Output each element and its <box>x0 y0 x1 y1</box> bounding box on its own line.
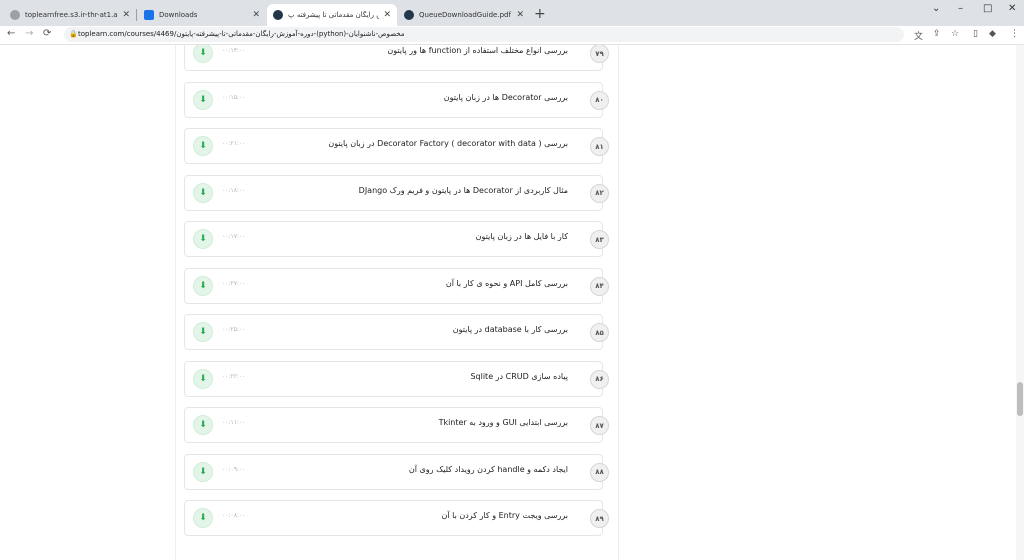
forward-button[interactable]: → <box>25 28 33 39</box>
download-icon[interactable]: ⬇ <box>193 322 213 342</box>
download-icon[interactable]: ⬇ <box>193 182 213 203</box>
profile-avatar-icon[interactable]: ◆ <box>989 29 996 39</box>
download-icon[interactable]: ⬇ <box>193 89 213 110</box>
tab-title: Downloads <box>159 11 198 19</box>
download-icon <box>144 10 154 20</box>
globe-icon <box>10 10 20 20</box>
lesson-row[interactable]: ⬇ ۰۰:۲۱:۰۰ بررسی ( Decorator Factory ( dec… <box>184 128 609 164</box>
maximize-button[interactable]: □ <box>983 3 992 14</box>
lesson-row[interactable]: ⬇ ۰۰:۰۹:۰۰ ایجاد دکمه و handle کردن رویداد… <box>184 453 609 490</box>
lesson-duration: ۰۰:۱۷:۰۰ <box>222 233 246 240</box>
lesson-duration: ۰۰:۲۲:۰۰ <box>222 372 246 380</box>
bookmark-star-icon[interactable]: ☆ <box>951 29 959 39</box>
lesson-duration: ۰۰:۰۸:۰۰ <box>222 512 246 519</box>
lesson-number-badge: ۸۸ <box>590 462 609 482</box>
lesson-number-badge: ۸۲ <box>590 183 609 203</box>
download-icon[interactable]: ⬇ <box>193 229 213 249</box>
lesson-duration: ۰۰:۱۸:۰۰ <box>222 186 246 194</box>
reload-button[interactable]: ⟳ <box>43 28 51 39</box>
lesson-row[interactable]: ⬇ ۰۰:۱۱:۰۰ بررسی ابتدایی GUI و ورود به Tki… <box>184 407 609 443</box>
share-icon[interactable]: ⇪ <box>933 29 941 39</box>
lesson-row[interactable]: ⬇ ۰۰:۲۵:۰۰ بررسی کار با database در پایتون… <box>184 314 609 350</box>
close-tab-icon[interactable]: ✕ <box>383 10 391 20</box>
browser-toolbar: ← → ⟳ 🔒 toplearn.com/courses/4469/دوره-آ… <box>0 26 1024 45</box>
back-button[interactable]: ← <box>7 28 15 39</box>
url-text: toplearn.com/courses/4469/دوره-آموزش-رای… <box>78 27 404 42</box>
lesson-title[interactable]: بررسی ابتدایی GUI و ورود به Tkinter <box>439 418 568 427</box>
lesson-duration: ۰۰:۱۵:۰۰ <box>222 93 246 101</box>
download-icon[interactable]: ⬇ <box>193 136 213 156</box>
side-panel-icon[interactable]: ▯ <box>973 29 978 39</box>
lesson-number-badge: ۸۹ <box>590 509 609 528</box>
lesson-title[interactable]: بررسی Decorator ها در زبان پایتون <box>444 93 568 102</box>
lesson-duration: ۰۰:۲۱:۰۰ <box>222 140 246 147</box>
lesson-title[interactable]: پیاده سازی CRUD در Sqlite <box>470 372 568 381</box>
url-path: /courses/4469/دوره-آموزش-رایگان-مقدماتی-… <box>124 30 405 38</box>
lesson-title[interactable]: بررسی ویجت Entry و کار کردن با آن <box>442 511 568 520</box>
tab-course-page[interactable]: آموزش رایگان مقدماتی تا پیشرفته پ ✕ <box>267 4 397 26</box>
lesson-list: ⬇ ۰۰:۱۳:۰۰ بررسی انواع مختلف استفاده از fu… <box>175 45 619 560</box>
lesson-title[interactable]: ایجاد دکمه و handle کردن رویداد کلیک روی… <box>409 465 568 474</box>
lesson-number-badge: ۸۷ <box>590 416 609 435</box>
toplearn-logo-icon <box>273 10 283 20</box>
tab-search-icon[interactable]: ⌄ <box>932 3 940 14</box>
menu-icon[interactable]: ⋮ <box>1010 29 1019 39</box>
lesson-row[interactable]: ⬇ ۰۰:۱۷:۰۰ کار با فایل ها در زبان پایتون ۸۳ <box>184 221 609 257</box>
download-icon[interactable]: ⬇ <box>193 275 213 296</box>
address-bar[interactable]: 🔒 toplearn.com/courses/4469/دوره-آموزش-ر… <box>64 27 904 42</box>
tab-downloads[interactable]: Downloads ✕ <box>138 4 266 26</box>
tab-title: QueueDownloadGuide.pdf <box>419 11 511 19</box>
lesson-row[interactable]: ⬇ ۰۰:۱۵:۰۰ بررسی Decorator ها در زبان پایت… <box>184 81 609 118</box>
lesson-title[interactable]: کار با فایل ها در زبان پایتون <box>476 232 568 241</box>
translate-icon[interactable]: 文 <box>914 29 923 42</box>
tab-strip: toplearnfree.s3.ir-thr-at1.arvanst ✕ Dow… <box>0 0 1024 26</box>
lesson-row[interactable]: ⬇ ۰۰:۰۸:۰۰ بررسی ویجت Entry و کار کردن با … <box>184 500 609 536</box>
scrollbar[interactable] <box>1016 45 1024 560</box>
lesson-number-badge: ۸۶ <box>590 369 609 389</box>
lesson-duration: ۰۰:۰۹:۰۰ <box>222 465 246 473</box>
lesson-row[interactable]: ⬇ ۰۰:۲۷:۰۰ بررسی کامل API و نحوه ی کار با … <box>184 267 609 304</box>
lock-icon[interactable]: 🔒 <box>69 27 78 42</box>
lesson-duration: ۰۰:۱۱:۰۰ <box>222 419 246 426</box>
download-icon[interactable]: ⬇ <box>193 415 213 435</box>
lesson-number-badge: ۸۱ <box>590 137 609 156</box>
close-tab-icon[interactable]: ✕ <box>122 10 130 20</box>
lesson-number-badge: ۷۹ <box>590 45 609 63</box>
download-icon[interactable]: ⬇ <box>193 461 213 482</box>
lesson-row[interactable]: ⬇ ۰۰:۱۸:۰۰ مثال کاربردی از Decorator ها در… <box>184 174 609 211</box>
close-tab-icon[interactable]: ✕ <box>516 10 524 20</box>
lesson-number-badge: ۸۵ <box>590 323 609 342</box>
download-icon[interactable]: ⬇ <box>193 508 213 528</box>
lesson-number-badge: ۸۰ <box>590 90 609 110</box>
lesson-title[interactable]: بررسی ( Decorator Factory ( decorator wi… <box>328 139 568 148</box>
lesson-number-badge: ۸۴ <box>590 276 609 296</box>
close-window-button[interactable]: ✕ <box>1008 3 1016 14</box>
lesson-title[interactable]: بررسی کامل API و نحوه ی کار با آن <box>446 279 568 288</box>
lesson-row[interactable]: ⬇ ۰۰:۱۳:۰۰ بررسی انواع مختلف استفاده از fu… <box>184 45 609 71</box>
close-tab-icon[interactable]: ✕ <box>252 10 260 20</box>
lesson-number-badge: ۸۳ <box>590 230 609 249</box>
minimize-button[interactable]: – <box>958 3 963 14</box>
tab-toplearnfree[interactable]: toplearnfree.s3.ir-thr-at1.arvanst ✕ <box>4 4 136 26</box>
download-icon[interactable]: ⬇ <box>193 45 213 63</box>
lesson-duration: ۰۰:۱۳:۰۰ <box>222 47 246 54</box>
lesson-duration: ۰۰:۲۷:۰۰ <box>222 279 246 287</box>
lesson-title[interactable]: بررسی انواع مختلف استفاده از function ها… <box>387 46 568 55</box>
tab-separator <box>136 9 137 21</box>
new-tab-button[interactable]: + <box>534 6 546 22</box>
scrollbar-thumb[interactable] <box>1017 382 1023 416</box>
toplearn-logo-icon <box>404 10 414 20</box>
lesson-row[interactable]: ⬇ ۰۰:۲۲:۰۰ پیاده سازی CRUD در Sqlite ۸۶ <box>184 360 609 397</box>
tab-title: آموزش رایگان مقدماتی تا پیشرفته پ <box>288 11 379 19</box>
tab-title: toplearnfree.s3.ir-thr-at1.arvanst <box>25 11 118 19</box>
tab-queue-guide[interactable]: QueueDownloadGuide.pdf ✕ <box>398 4 530 26</box>
lesson-title[interactable]: بررسی کار با database در پایتون <box>453 325 568 334</box>
lesson-title[interactable]: مثال کاربردی از Decorator ها در پایتون و… <box>359 186 568 195</box>
lesson-duration: ۰۰:۲۵:۰۰ <box>222 326 246 333</box>
url-host: toplearn.com <box>78 30 125 38</box>
download-icon[interactable]: ⬇ <box>193 368 213 389</box>
